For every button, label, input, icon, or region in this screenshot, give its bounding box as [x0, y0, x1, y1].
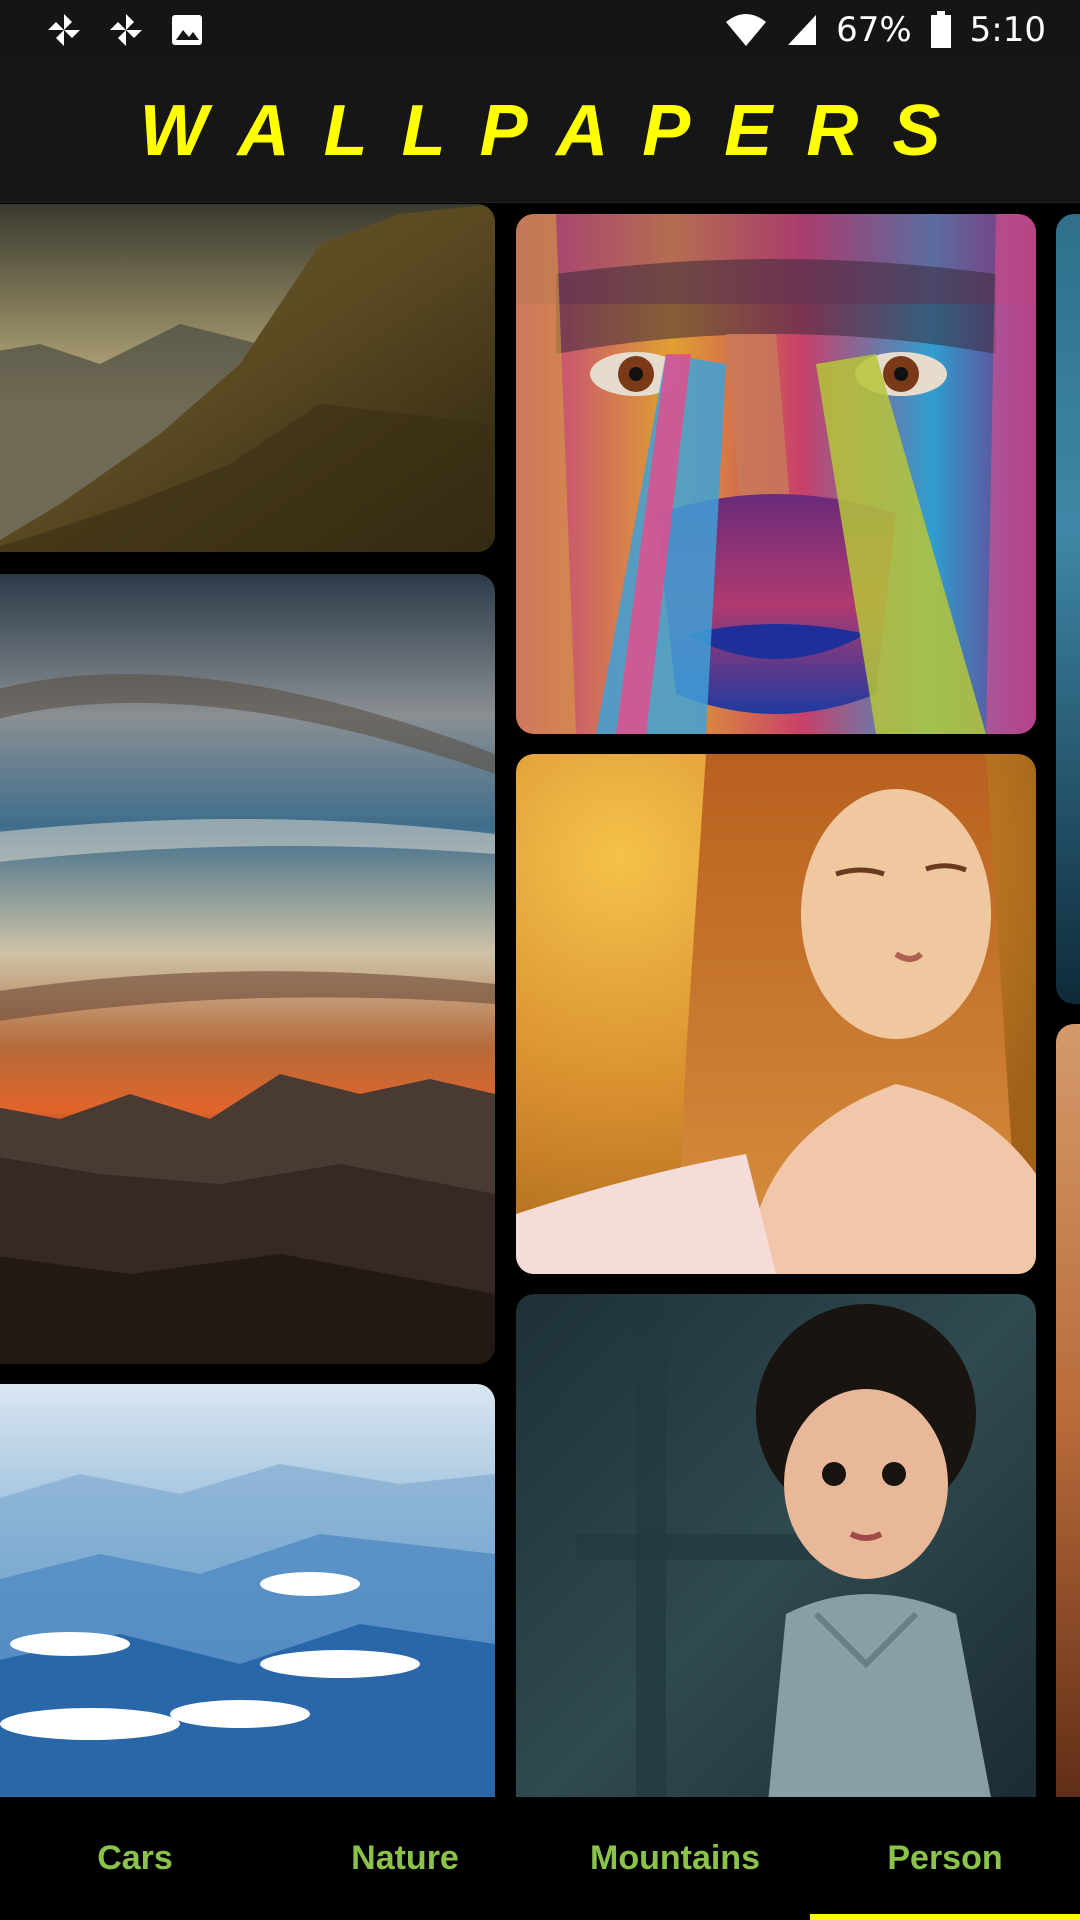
selected-tab-indicator [810, 1914, 1080, 1920]
app-title: WALLPAPERS [139, 91, 975, 171]
wallpaper-grid[interactable] [0, 204, 1080, 1797]
status-right: 67% 5:10 [706, 10, 1046, 50]
tab-cars[interactable]: Cars [0, 1797, 270, 1920]
sunset-sky-wallpaper[interactable] [0, 574, 495, 1364]
peek-wallpaper[interactable] [1056, 214, 1080, 1004]
tab-mountains[interactable]: Mountains [540, 1797, 810, 1920]
battery-percent: 67% [836, 10, 912, 50]
tab-person[interactable]: Person [810, 1797, 1080, 1920]
status-bar: 67% 5:10 [0, 0, 1080, 60]
tab-label: Mountains [590, 1839, 760, 1877]
wifi-icon [724, 12, 768, 48]
peek-wallpaper[interactable] [1056, 1024, 1080, 1797]
mountain-slope-wallpaper[interactable] [0, 204, 495, 552]
painted-face-wallpaper[interactable] [516, 214, 1036, 734]
tab-label: Nature [351, 1839, 459, 1877]
status-left [46, 12, 230, 48]
tab-label: Cars [97, 1839, 173, 1877]
pinwheel-icon [108, 12, 144, 48]
clock: 5:10 [969, 10, 1046, 50]
child-portrait-wallpaper[interactable] [516, 1294, 1036, 1797]
tab-label: Person [887, 1839, 1003, 1877]
battery-icon [930, 11, 952, 49]
woman-portrait-wallpaper[interactable] [516, 754, 1036, 1274]
tab-nature[interactable]: Nature [270, 1797, 540, 1920]
cell-signal-icon [786, 13, 818, 47]
image-icon [170, 13, 204, 47]
app-header: WALLPAPERS [0, 60, 1080, 203]
category-tab-bar: Cars Nature Mountains Person [0, 1797, 1080, 1920]
pinwheel-icon [46, 12, 82, 48]
blue-mountains-clouds-wallpaper[interactable] [0, 1384, 495, 1797]
